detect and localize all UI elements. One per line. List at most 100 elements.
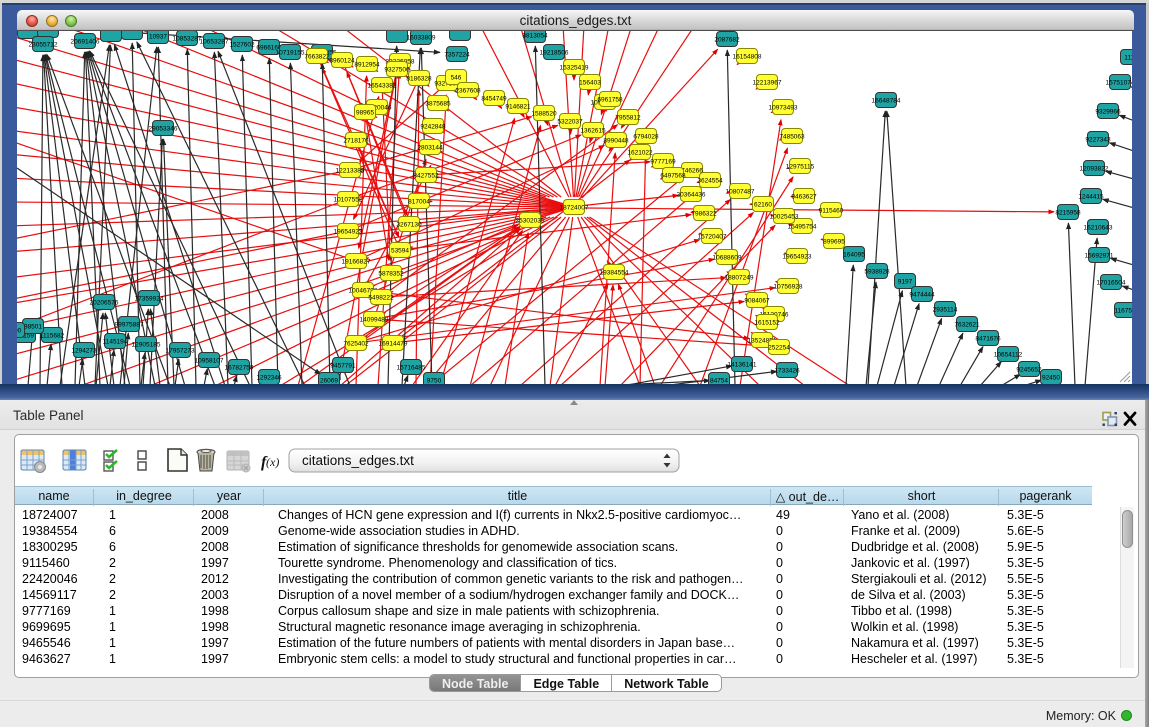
svg-text:817004: 817004 xyxy=(408,199,430,206)
svg-text:88501: 88501 xyxy=(24,324,42,331)
svg-text:8990448: 8990448 xyxy=(603,138,629,145)
svg-text:9327506: 9327506 xyxy=(384,67,410,74)
svg-text:1244415: 1244415 xyxy=(1078,194,1104,201)
svg-text:5498222: 5498222 xyxy=(368,295,394,302)
svg-text:12213389: 12213389 xyxy=(336,168,365,175)
svg-text:98965: 98965 xyxy=(356,110,374,117)
svg-text:8471676: 8471676 xyxy=(975,336,1001,343)
svg-text:19218506: 19218506 xyxy=(540,50,569,57)
svg-text:6961758: 6961758 xyxy=(597,97,623,104)
svg-text:15325419: 15325419 xyxy=(560,65,589,72)
svg-text:2367608: 2367608 xyxy=(455,88,481,95)
svg-text:9329966: 9329966 xyxy=(1095,109,1121,116)
svg-text:12213967: 12213967 xyxy=(753,80,782,87)
svg-text:12905185: 12905185 xyxy=(132,342,161,349)
svg-text:2087682: 2087682 xyxy=(714,37,740,44)
svg-text:16782759: 16782759 xyxy=(225,365,254,372)
svg-text:10107552: 10107552 xyxy=(334,197,363,204)
svg-text:9242848: 9242848 xyxy=(420,124,446,131)
svg-text:3875685: 3875685 xyxy=(425,101,451,108)
svg-text:5938928: 5938928 xyxy=(864,269,890,276)
svg-text:9084067: 9084067 xyxy=(744,298,770,305)
svg-text:8186328: 8186328 xyxy=(406,76,432,83)
svg-text:3624554: 3624554 xyxy=(697,178,723,185)
svg-text:16543382: 16543382 xyxy=(368,83,397,90)
svg-text:7485063: 7485063 xyxy=(779,134,805,141)
svg-text:16914479: 16914479 xyxy=(379,341,408,348)
svg-text:9146821: 9146821 xyxy=(505,104,531,111)
svg-text:1145194: 1145194 xyxy=(103,339,128,346)
svg-text:20364436: 20364436 xyxy=(677,192,706,199)
svg-text:10807487: 10807487 xyxy=(726,189,755,196)
svg-text:62160: 62160 xyxy=(754,202,772,209)
svg-text:92450: 92450 xyxy=(1042,375,1060,382)
svg-text:10719155: 10719155 xyxy=(276,50,305,57)
svg-text:16648784: 16648784 xyxy=(872,98,901,105)
svg-text:10654112: 10654112 xyxy=(994,352,1023,359)
svg-text:15751074: 15751074 xyxy=(1106,80,1132,87)
svg-text:10756928: 10756928 xyxy=(774,284,803,291)
svg-text:2718176: 2718176 xyxy=(343,138,369,145)
svg-text:3267130: 3267130 xyxy=(396,222,422,229)
svg-text:6497568: 6497568 xyxy=(660,173,686,180)
svg-text:6794028: 6794028 xyxy=(633,134,659,141)
svg-text:9457791: 9457791 xyxy=(330,363,356,370)
svg-text:8960124: 8960124 xyxy=(329,58,355,65)
svg-text:1615152: 1615152 xyxy=(754,320,780,327)
svg-text:546: 546 xyxy=(451,75,462,82)
svg-text:12093822: 12093822 xyxy=(1080,166,1109,173)
svg-text:8454749: 8454749 xyxy=(481,96,507,103)
svg-text:2803144: 2803144 xyxy=(417,145,443,152)
svg-text:2935114: 2935114 xyxy=(933,307,958,314)
svg-text:1527602: 1527602 xyxy=(229,42,255,49)
svg-text:10688609: 10688609 xyxy=(713,255,742,262)
svg-text:10853287: 10853287 xyxy=(173,36,202,43)
svg-text:15720407: 15720407 xyxy=(698,234,727,241)
svg-text:19654923: 19654923 xyxy=(334,229,363,236)
svg-text:252254: 252254 xyxy=(768,345,790,352)
svg-text:15716485: 15716485 xyxy=(397,365,426,372)
svg-text:1621022: 1621022 xyxy=(627,150,653,157)
svg-text:5322037: 5322037 xyxy=(557,119,583,126)
svg-text:7955812: 7955812 xyxy=(615,115,641,122)
svg-text:9197: 9197 xyxy=(898,279,913,286)
svg-text:10937: 10937 xyxy=(149,34,167,41)
svg-text:899695: 899695 xyxy=(823,239,845,246)
svg-text:8427552: 8427552 xyxy=(413,173,439,180)
svg-text:10025453: 10025453 xyxy=(770,214,799,221)
svg-text:7625402: 7625402 xyxy=(343,341,369,348)
svg-text:1294273: 1294273 xyxy=(71,348,97,355)
svg-text:1117: 1117 xyxy=(1124,55,1132,62)
svg-text:116753: 116753 xyxy=(1114,308,1132,315)
svg-text:9463627: 9463627 xyxy=(791,194,817,201)
svg-text:7357224: 7357224 xyxy=(444,52,470,59)
svg-text:17359924: 17359924 xyxy=(135,296,164,303)
svg-text:20206576: 20206576 xyxy=(90,300,119,307)
svg-text:16154808: 16154808 xyxy=(733,54,762,61)
svg-text:10958107: 10958107 xyxy=(195,358,224,365)
svg-text:19384554: 19384554 xyxy=(600,270,629,277)
svg-text:16210643: 16210643 xyxy=(1084,225,1113,232)
svg-text:9777169: 9777169 xyxy=(650,159,676,166)
svg-text:7663822: 7663822 xyxy=(304,54,330,61)
svg-text:17016504: 17016504 xyxy=(1097,280,1126,287)
svg-text:16033809: 16033809 xyxy=(407,35,436,42)
svg-text:20691406: 20691406 xyxy=(71,39,100,46)
svg-text:1292346: 1292346 xyxy=(256,375,282,382)
svg-text:9115460: 9115460 xyxy=(819,208,844,215)
svg-text:citations_edges.txt: citations_edges.txt xyxy=(302,453,414,468)
svg-text:1733426: 1733426 xyxy=(774,368,800,375)
svg-text:19654923: 19654923 xyxy=(783,254,812,261)
svg-text:10973493: 10973493 xyxy=(769,105,798,112)
svg-text:9245652: 9245652 xyxy=(1016,367,1042,374)
svg-text:5878352: 5878352 xyxy=(378,271,404,278)
svg-text:29053346: 29053346 xyxy=(149,126,178,133)
svg-text:164095: 164095 xyxy=(843,252,865,259)
svg-text:23055712: 23055712 xyxy=(29,42,58,49)
svg-text:1115682: 1115682 xyxy=(40,333,65,340)
svg-text:156403: 156403 xyxy=(579,80,601,87)
svg-text:15495754: 15495754 xyxy=(788,224,817,231)
svg-text:(x): (x) xyxy=(266,455,279,469)
svg-text:99975887: 99975887 xyxy=(115,322,144,329)
svg-text:7632621: 7632621 xyxy=(954,322,980,329)
